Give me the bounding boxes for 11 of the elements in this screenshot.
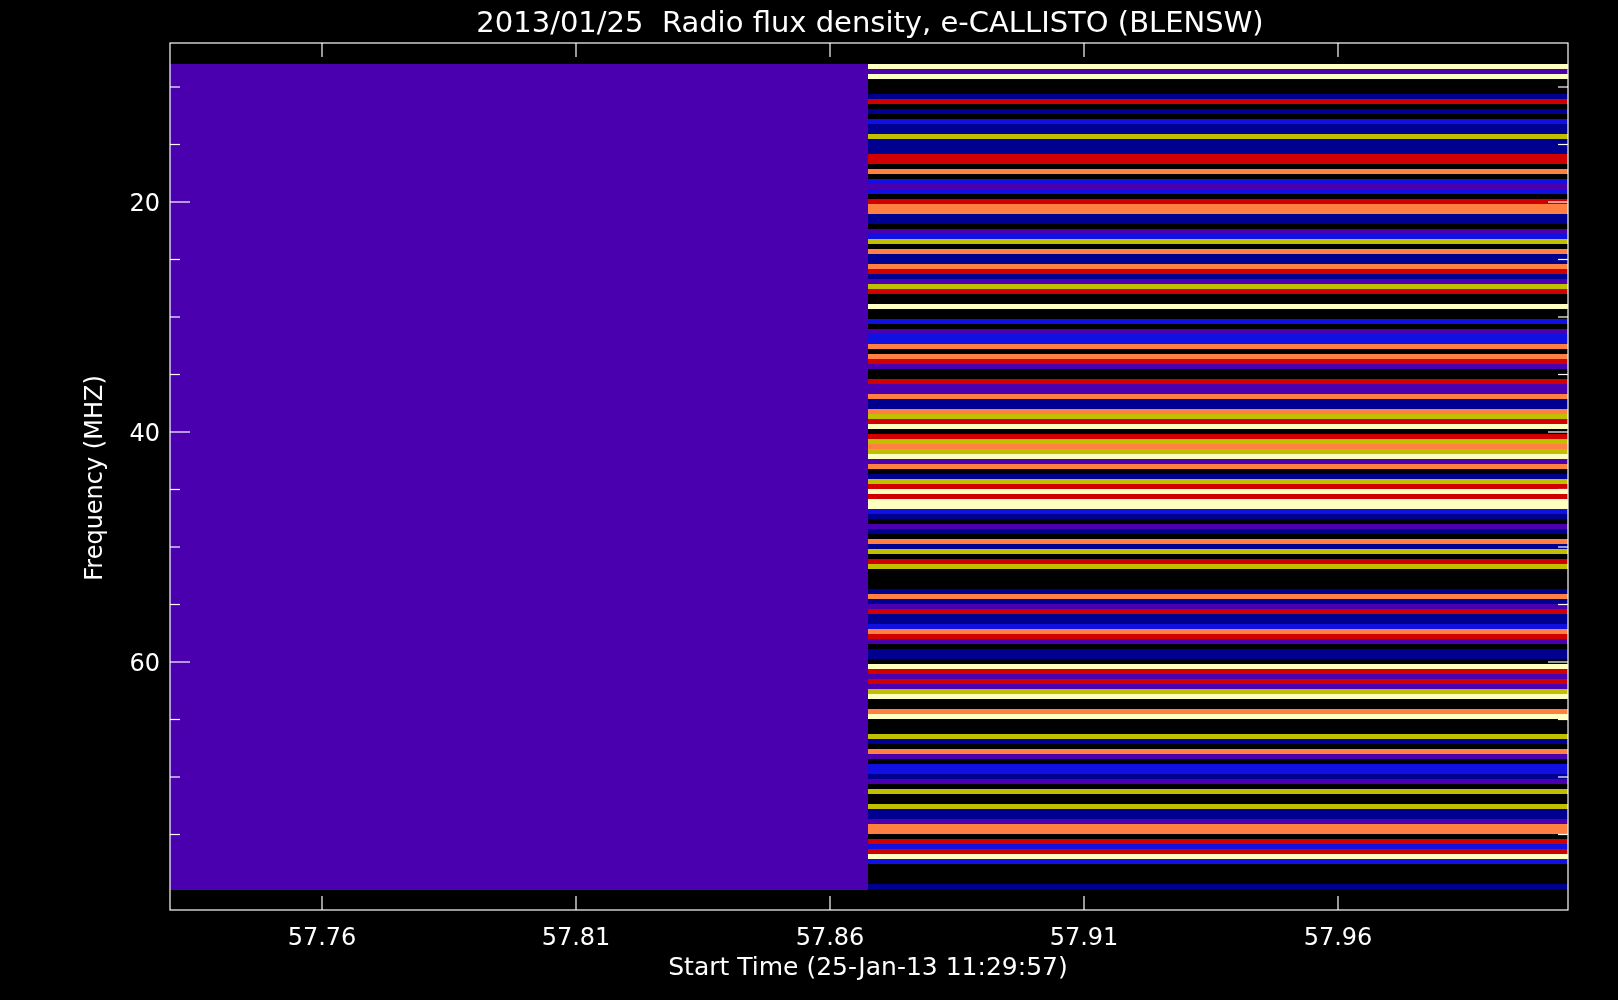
- y-tick-label: 20: [129, 189, 160, 217]
- y-tick-label: 60: [129, 649, 160, 677]
- x-tick-label: 57.86: [795, 923, 865, 951]
- y-tick-label: 40: [129, 419, 160, 447]
- x-tick-label: 57.76: [287, 923, 357, 951]
- x-axis-label: Start Time (25-Jan-13 11:29:57): [668, 952, 1068, 981]
- x-tick-label: 57.91: [1049, 923, 1119, 951]
- x-tick-label: 57.81: [541, 923, 611, 951]
- x-tick-label: 57.96: [1303, 923, 1373, 951]
- y-axis-label: Frequency (MHZ): [80, 375, 108, 581]
- plot-title: 2013/01/25 Radio flux density, e-CALLISTO (BLENSW): [476, 5, 1264, 39]
